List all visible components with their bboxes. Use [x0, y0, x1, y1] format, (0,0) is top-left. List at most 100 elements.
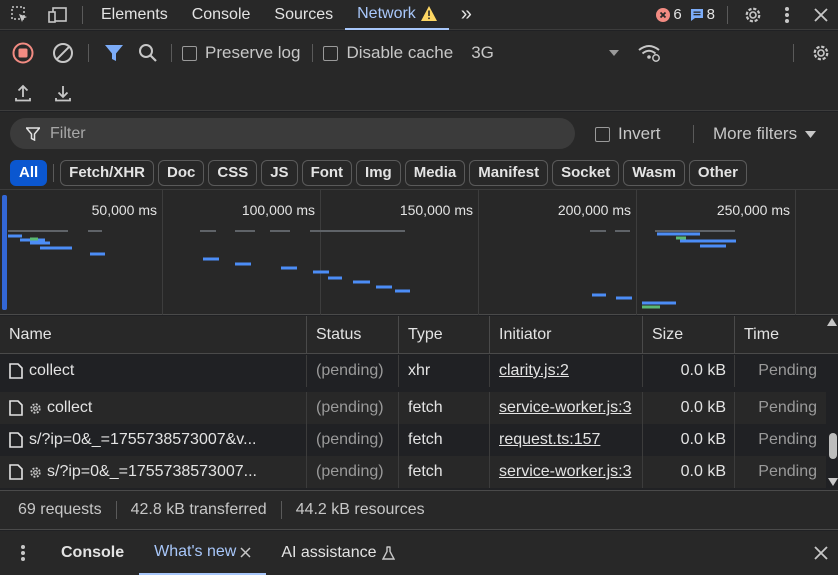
filter-funnel-icon[interactable]: [97, 31, 131, 75]
filter-input[interactable]: Filter: [10, 118, 575, 149]
cell-type: fetch: [399, 456, 490, 488]
table-row[interactable]: collect (pending) xhr clarity.js:2 0.0 k…: [0, 355, 826, 387]
chip-other[interactable]: Other: [688, 159, 747, 186]
message-counter[interactable]: 8: [686, 0, 719, 30]
cell-initiator[interactable]: request.ts:157: [490, 424, 643, 456]
cell-initiator[interactable]: clarity.js:2: [490, 355, 643, 387]
drawer-tab-whats-new[interactable]: What's new: [139, 531, 267, 575]
cell-initiator[interactable]: service-worker.js:3: [490, 392, 643, 424]
invert-checkbox[interactable]: Invert: [595, 112, 661, 156]
error-icon: [656, 7, 671, 22]
column-header-type[interactable]: Type: [399, 315, 490, 354]
initiator-link[interactable]: request.ts:157: [499, 431, 600, 449]
chip-js[interactable]: JS: [261, 159, 298, 186]
document-icon: [9, 400, 23, 416]
clear-icon[interactable]: [46, 31, 80, 75]
cell-status: (pending): [307, 424, 399, 456]
chip-font[interactable]: Font: [301, 159, 353, 186]
column-header-name[interactable]: Name: [0, 315, 307, 354]
settings-icon[interactable]: [736, 0, 770, 30]
chip-socket[interactable]: Socket: [552, 159, 620, 186]
chip-media[interactable]: Media: [404, 159, 466, 186]
cell-name: s/?ip=0&_=1755738573007...: [0, 456, 307, 488]
chip-all[interactable]: All: [10, 159, 48, 186]
initiator-link[interactable]: service-worker.js:3: [499, 399, 631, 417]
drawer-tab-bar: Console What's new AI assistance: [0, 531, 838, 575]
cell-status: (pending): [307, 456, 399, 488]
tab-network[interactable]: Network: [345, 0, 449, 30]
requests-table-header: Name Status Type Initiator Size Time: [0, 315, 838, 354]
close-tab-icon[interactable]: [240, 546, 251, 558]
drawer-tab-label: AI assistance: [281, 544, 377, 561]
cell-time: Pending: [758, 463, 817, 480]
resources-size: 44.2 kB resources: [295, 501, 425, 518]
table-scrollbar[interactable]: [828, 355, 838, 488]
checkbox-box[interactable]: [595, 126, 610, 142]
initiator-link[interactable]: clarity.js:2: [499, 362, 569, 380]
checkbox-box[interactable]: [323, 45, 339, 61]
drawer-tab-console[interactable]: Console: [46, 531, 139, 575]
chip-doc[interactable]: Doc: [158, 159, 205, 186]
preserve-log-checkbox[interactable]: Preserve log: [182, 31, 300, 75]
network-conditions-icon[interactable]: [627, 31, 671, 75]
network-summary-bar: 69 requests 42.8 kB transferred 44.2 kB …: [0, 490, 838, 530]
close-devtools-icon[interactable]: [804, 0, 838, 30]
scrollbar-thumb[interactable]: [829, 433, 837, 459]
chip-css[interactable]: CSS: [208, 159, 258, 186]
import-har-icon[interactable]: [0, 75, 46, 111]
cell-status: (pending): [307, 355, 399, 387]
stop-recording-icon[interactable]: [0, 31, 46, 75]
cell-time: Pending: [758, 431, 817, 448]
network-settings-icon[interactable]: [804, 31, 838, 75]
chip-img[interactable]: Img: [356, 159, 401, 186]
chip-wasm[interactable]: Wasm: [623, 159, 685, 186]
drawer-menu-icon[interactable]: [0, 531, 46, 575]
network-overview-timeline[interactable]: 50,000 ms 100,000 ms 150,000 ms 200,000 …: [0, 190, 838, 315]
more-options-icon[interactable]: [770, 0, 804, 30]
request-name: s/?ip=0&_=1755738573007&v...: [29, 431, 257, 448]
chip-manifest[interactable]: Manifest: [469, 159, 549, 186]
table-row[interactable]: s/?ip=0&_=1755738573007&v... (pending) f…: [0, 424, 826, 456]
document-icon: [9, 464, 23, 480]
close-drawer-icon[interactable]: [804, 531, 838, 575]
search-icon[interactable]: [131, 31, 165, 75]
tab-elements[interactable]: Elements: [89, 0, 180, 30]
disable-cache-checkbox[interactable]: Disable cache: [323, 31, 453, 75]
transferred-size: 42.8 kB transferred: [130, 501, 267, 518]
checkbox-box[interactable]: [182, 45, 197, 61]
error-count: 6: [673, 6, 682, 23]
column-header-size[interactable]: Size: [643, 315, 735, 354]
scrollbar-down-arrow[interactable]: [828, 478, 838, 486]
tab-console[interactable]: Console: [180, 0, 263, 30]
cell-initiator[interactable]: service-worker.js:3: [490, 456, 643, 488]
initiator-link[interactable]: service-worker.js:3: [499, 463, 631, 481]
more-tabs-button[interactable]: »: [449, 0, 484, 30]
request-count: 69 requests: [18, 501, 102, 518]
drawer-tab-ai-assistance[interactable]: AI assistance: [266, 531, 410, 575]
more-filters-label: More filters: [713, 124, 798, 143]
throttling-select[interactable]: 3G: [471, 31, 620, 75]
flask-icon: [382, 546, 396, 560]
cell-size: 0.0 kB: [643, 392, 735, 424]
tab-network-label: Network: [357, 4, 416, 22]
column-header-initiator[interactable]: Initiator: [490, 315, 643, 354]
document-icon: [9, 363, 23, 379]
more-filters-dropdown[interactable]: More filters: [713, 112, 817, 156]
export-har-icon[interactable]: [46, 75, 80, 111]
scrollbar-up-arrow[interactable]: [827, 318, 837, 326]
drawer-tab-label: What's new: [154, 543, 237, 560]
table-row[interactable]: s/?ip=0&_=1755738573007... (pending) fet…: [0, 456, 826, 488]
cell-size: 0.0 kB: [643, 355, 735, 387]
dropdown-arrow-icon: [805, 130, 817, 138]
table-row[interactable]: collect (pending) fetch service-worker.j…: [0, 392, 826, 424]
error-counter[interactable]: 6: [652, 0, 685, 30]
device-toolbar-icon[interactable]: [40, 0, 76, 30]
network-toolbar: Preserve log Disable cache 3G: [0, 31, 838, 75]
chip-fetch-xhr[interactable]: Fetch/XHR: [60, 159, 155, 186]
request-name: s/?ip=0&_=1755738573007...: [47, 463, 257, 480]
column-header-time[interactable]: Time: [735, 316, 825, 354]
tab-sources[interactable]: Sources: [262, 0, 345, 30]
filter-row: Filter Invert More filters: [0, 112, 838, 156]
inspect-element-icon[interactable]: [0, 0, 40, 30]
column-header-status[interactable]: Status: [307, 315, 399, 354]
